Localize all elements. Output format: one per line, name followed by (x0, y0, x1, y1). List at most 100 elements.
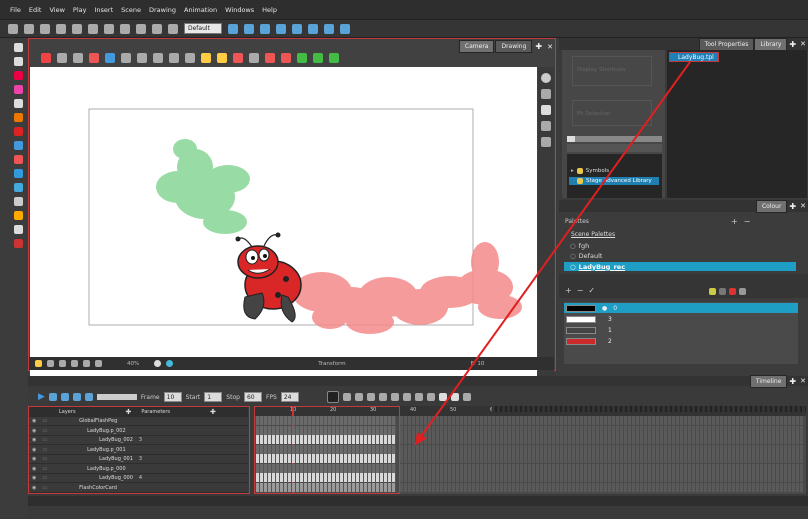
palette-item-selected[interactable]: ○ LadyBug_rec (564, 262, 796, 271)
layer-row[interactable]: ◉ ▭ FlashColorCard (29, 484, 248, 493)
close-view-icon[interactable]: ✕ (798, 40, 808, 48)
ease-icon[interactable] (366, 393, 375, 401)
sound-icon[interactable] (72, 393, 81, 401)
empty-frames[interactable] (400, 454, 804, 463)
text-tool-icon[interactable] (13, 99, 23, 108)
eraser-tool-icon[interactable] (13, 113, 23, 122)
empty-frames[interactable] (400, 425, 804, 435)
add-view-icon[interactable]: ✚ (787, 377, 798, 386)
view-3d-icon[interactable] (541, 105, 551, 115)
menu-scene[interactable]: Scene (121, 6, 141, 14)
visibility-icon[interactable]: ◉ (32, 418, 36, 424)
light-icon[interactable] (201, 53, 211, 63)
dropper-tool-icon[interactable] (13, 155, 23, 164)
onion-skin-icon[interactable] (41, 53, 51, 63)
layer-view-icon[interactable] (541, 121, 551, 131)
close-view-icon[interactable]: ✕ (798, 202, 808, 210)
visibility-icon[interactable]: ◉ (32, 447, 36, 453)
layer-row[interactable]: ◉ ▭ LadyBug_002 3 (29, 436, 248, 445)
layer-row[interactable]: ◉ ▭ LadyBug.p_002 (29, 427, 248, 436)
layer-row[interactable]: ◉ ▭ LadyBug_001 3 (29, 455, 248, 464)
library-template-item[interactable]: LadyBug.tpl (669, 52, 719, 62)
menu-play[interactable]: Play (73, 6, 87, 14)
close-view-icon[interactable]: ✕ (545, 43, 555, 51)
safe-area-icon[interactable] (47, 360, 54, 367)
lock-icon[interactable]: ▭ (42, 437, 47, 443)
render-view-icon[interactable] (541, 73, 551, 83)
settings-icon[interactable] (57, 53, 67, 63)
pencil-icon[interactable] (89, 53, 99, 63)
grid-icon[interactable] (105, 53, 115, 63)
new-icon[interactable] (8, 23, 18, 34)
skew-icon[interactable] (308, 23, 318, 34)
fps-field[interactable]: 24 (280, 392, 299, 402)
lock-icon[interactable] (378, 393, 387, 401)
tab-timeline[interactable]: Timeline (749, 374, 788, 388)
stop-motion-icon[interactable] (354, 393, 363, 401)
empty-frames[interactable] (400, 416, 804, 425)
crop-icon[interactable] (169, 53, 179, 63)
stage-canvas[interactable] (30, 67, 537, 391)
palette-item[interactable]: ○ Default (564, 251, 796, 260)
menu-help[interactable]: Help (262, 6, 277, 14)
paste-icon[interactable] (168, 23, 178, 34)
lock-icon[interactable]: ▭ (42, 456, 47, 462)
bitmap-mode-icon[interactable] (729, 288, 736, 295)
preview-icon[interactable] (541, 89, 551, 99)
add-param-icon[interactable]: ✚ (210, 408, 216, 416)
select-tool-icon[interactable] (13, 43, 23, 52)
spline-offset-icon[interactable] (13, 239, 23, 248)
deform-3-icon[interactable] (329, 53, 339, 63)
line-tool-icon[interactable] (13, 141, 23, 150)
deform-icon[interactable] (297, 53, 307, 63)
menu-view[interactable]: View (49, 6, 64, 14)
bone-tool-icon[interactable] (13, 211, 23, 220)
copy-icon[interactable] (152, 23, 162, 34)
swatch-row[interactable]: 3 (564, 314, 798, 324)
zoom-level[interactable]: 40% (127, 361, 139, 367)
lock-icon[interactable]: ▭ (42, 418, 47, 424)
empty-frames[interactable] (400, 463, 804, 473)
deform-2-icon[interactable] (313, 53, 323, 63)
render-icon[interactable] (154, 360, 162, 367)
menu-file[interactable]: File (10, 6, 21, 14)
cut-icon[interactable] (136, 23, 146, 34)
layer-row[interactable]: ◉ ▭ LadyBug.p_001 (29, 446, 248, 455)
brush-tool-icon[interactable] (13, 71, 23, 80)
visibility-icon[interactable]: ◉ (32, 456, 36, 462)
close-view-icon[interactable]: ✕ (798, 377, 808, 385)
lock-drawing-icon[interactable] (217, 53, 227, 63)
slider-handle[interactable] (567, 136, 575, 142)
export-icon[interactable] (88, 23, 98, 34)
camera-view-icon[interactable] (244, 23, 254, 34)
lock-icon[interactable]: ▭ (42, 447, 47, 453)
visibility-icon[interactable]: ◉ (32, 466, 36, 472)
lock-icon[interactable]: ▭ (42, 475, 47, 481)
extend-icon[interactable] (402, 393, 411, 401)
redo-icon[interactable] (120, 23, 130, 34)
workspace-save-icon[interactable] (228, 23, 238, 34)
tab-tool-properties[interactable]: Tool Properties (698, 37, 755, 51)
motion-keyframe-icon[interactable] (342, 393, 351, 401)
keyframe-icon[interactable] (281, 53, 291, 63)
page-icon[interactable] (438, 393, 447, 401)
palette-actions[interactable]: +− (731, 217, 756, 226)
doc-icon[interactable] (450, 393, 459, 401)
add-layer-icon[interactable]: ✚ (126, 408, 132, 416)
pencil-tool-icon[interactable] (13, 85, 23, 94)
play-icon[interactable]: ▶ (38, 392, 45, 402)
visibility-icon[interactable]: ◉ (32, 428, 36, 434)
animate-mode-icon[interactable] (340, 23, 350, 34)
lock-icon[interactable] (137, 53, 147, 63)
add-view-icon[interactable]: ✚ (787, 40, 798, 49)
undo-icon[interactable] (104, 23, 114, 34)
rotate-view-icon[interactable] (276, 23, 286, 34)
align-icon[interactable] (185, 53, 195, 63)
display-icon[interactable] (166, 360, 174, 367)
light-table-icon[interactable] (35, 360, 42, 367)
menu-drawing[interactable]: Drawing (149, 6, 176, 14)
add-view-icon[interactable]: ✚ (533, 42, 544, 51)
menu-windows[interactable]: Windows (225, 6, 254, 14)
swatch-actions[interactable]: +−✓ (565, 286, 600, 295)
transform-tool-icon[interactable] (13, 225, 23, 234)
